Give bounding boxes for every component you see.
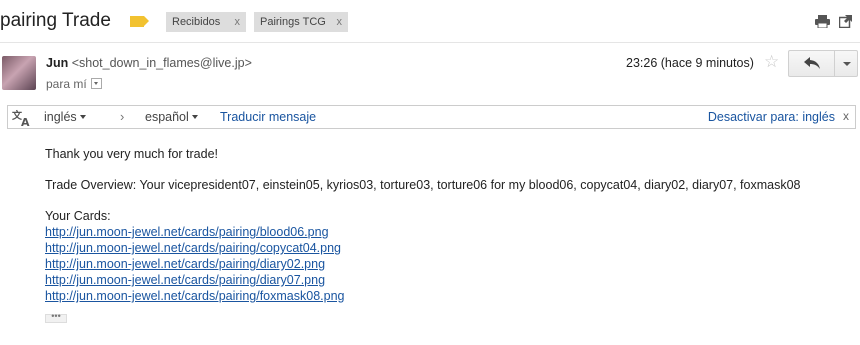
subject-row: pairing Trade Recibidos x Pairings TCG x (0, 0, 860, 43)
recipient-line: para mí (46, 77, 102, 91)
card-link[interactable]: http://jun.moon-jewel.net/cards/pairing/… (45, 256, 801, 272)
arrow-right-icon: › (120, 109, 125, 124)
target-language: español (145, 110, 189, 124)
details-dropdown-icon[interactable] (90, 78, 102, 90)
sender-name[interactable]: Jun (46, 56, 68, 70)
source-language: inglés (44, 110, 77, 124)
label-icon[interactable] (130, 16, 149, 27)
source-language-select[interactable]: inglés (44, 110, 86, 124)
disable-translation-link[interactable]: Desactivar para: inglés (708, 110, 835, 124)
greeting-text: Thank you very much for trade! (45, 147, 218, 161)
button-divider (834, 51, 835, 76)
star-icon[interactable]: ☆ (764, 53, 779, 70)
print-icon[interactable] (815, 15, 830, 28)
show-trimmed-content-button[interactable]: ••• (45, 312, 67, 323)
card-link[interactable]: http://jun.moon-jewel.net/cards/pairing/… (45, 224, 801, 240)
translate-bar: 文 A inglés › español Traducir mensaje De… (7, 105, 856, 129)
close-icon[interactable]: x (843, 109, 849, 123)
new-window-icon[interactable] (839, 15, 852, 28)
chevron-down-icon (79, 115, 86, 119)
remove-label-button[interactable]: x (235, 12, 241, 32)
card-link[interactable]: http://jun.moon-jewel.net/cards/pairing/… (45, 240, 801, 256)
timestamp: 23:26 (hace 9 minutos) (626, 56, 754, 70)
translate-icon: 文 A (12, 109, 30, 127)
message-body: Thank you very much for trade! Trade Ove… (45, 146, 801, 304)
sender: Jun <shot_down_in_flames@live.jp> (46, 56, 252, 70)
remove-label-button[interactable]: x (337, 12, 343, 32)
reply-icon (804, 57, 820, 69)
label-chip-recibidos[interactable]: Recibidos x (166, 12, 246, 32)
trade-overview-text: Trade Overview: Your vicepresident07, ei… (45, 178, 801, 192)
label-chip-text: Pairings TCG (260, 16, 326, 28)
email-subject: pairing Trade (0, 10, 111, 31)
recipient-text: para mí (46, 77, 87, 91)
card-link[interactable]: http://jun.moon-jewel.net/cards/pairing/… (45, 288, 801, 304)
more-actions-dropdown-icon[interactable] (843, 62, 851, 66)
card-link[interactable]: http://jun.moon-jewel.net/cards/pairing/… (45, 272, 801, 288)
sender-email: <shot_down_in_flames@live.jp> (71, 56, 252, 70)
avatar[interactable] (2, 56, 36, 90)
translate-message-link[interactable]: Traducir mensaje (220, 110, 316, 124)
svg-text:A: A (21, 116, 30, 127)
cards-heading: Your Cards: (45, 209, 111, 223)
label-chip-text: Recibidos (172, 16, 221, 28)
target-language-select[interactable]: español (145, 110, 198, 124)
chevron-down-icon (191, 115, 198, 119)
label-chip-pairings-tcg[interactable]: Pairings TCG x (254, 12, 348, 32)
reply-button[interactable] (788, 50, 858, 77)
